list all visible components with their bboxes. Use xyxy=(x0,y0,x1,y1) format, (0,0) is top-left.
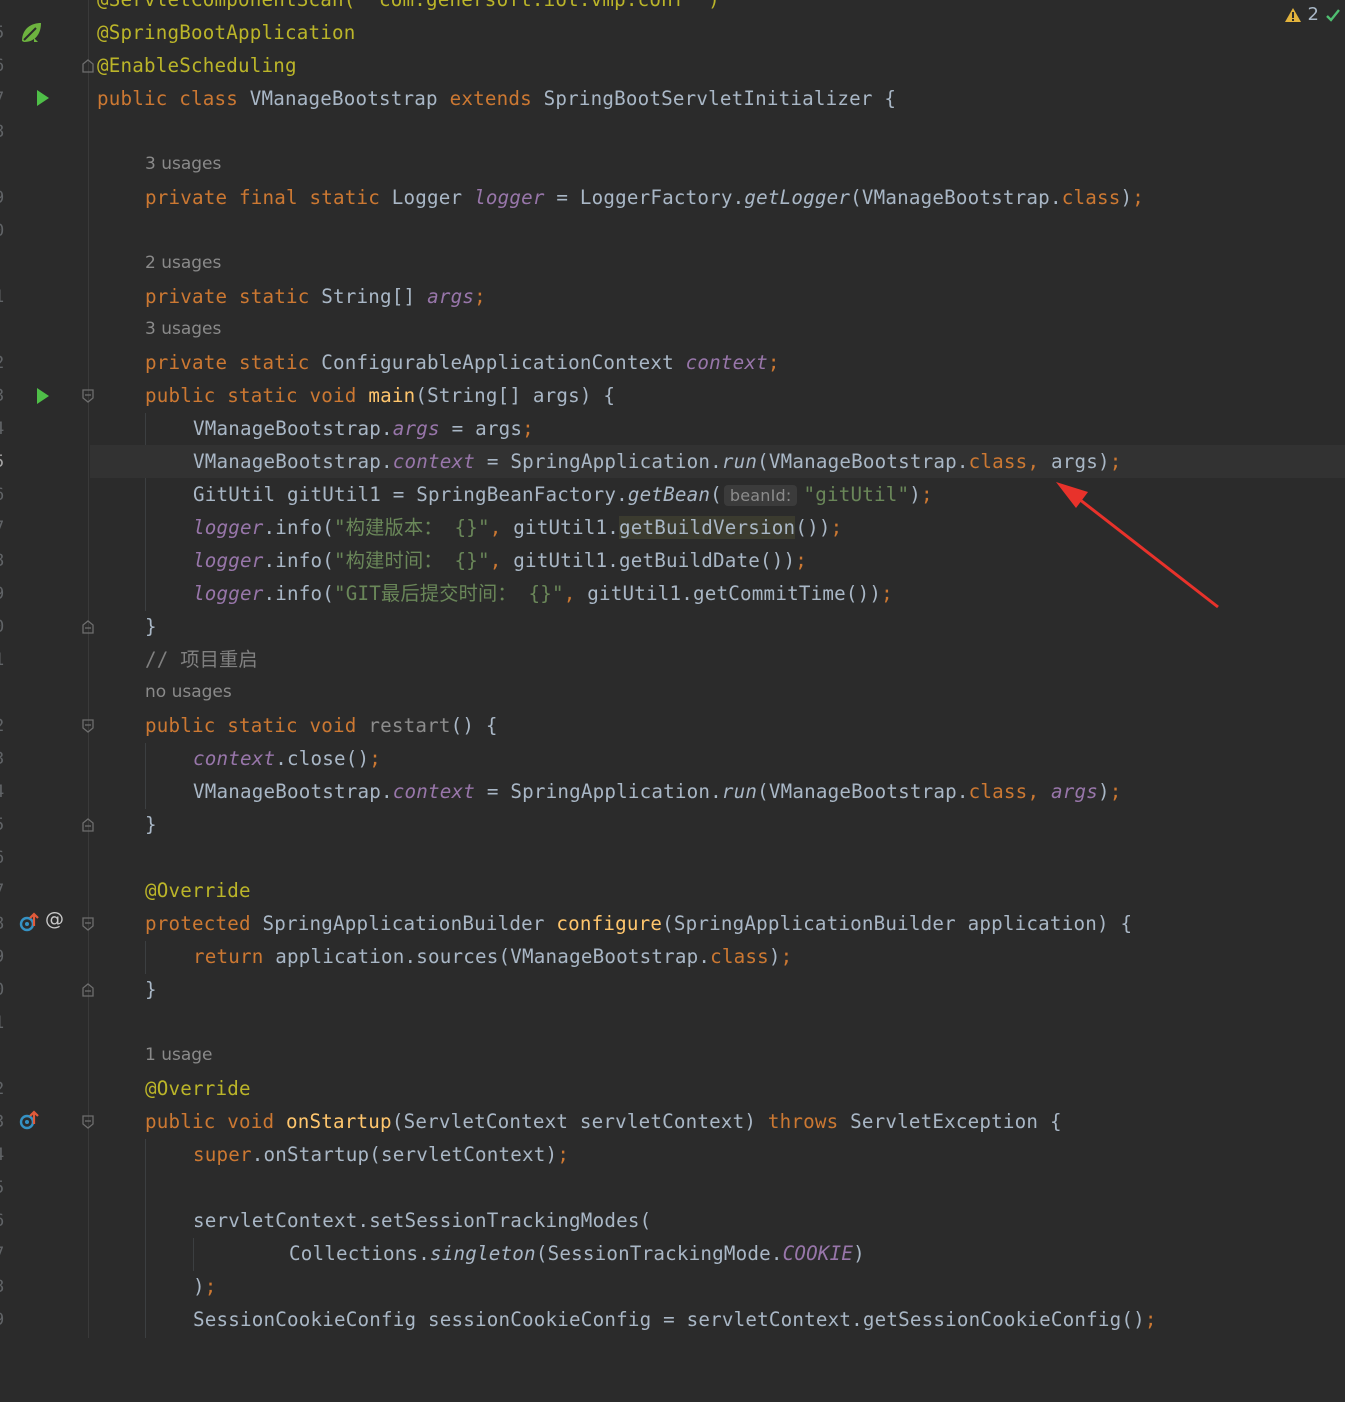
code-text: GitUtil gitUtil1 = SpringBeanFactory.get… xyxy=(193,483,933,506)
code-text: private static ConfigurableApplicationCo… xyxy=(145,351,780,374)
annotation-arrow xyxy=(1056,482,1219,609)
code-line[interactable]: @ServletComponentScan( "com.genersoft.io… xyxy=(0,0,1345,16)
code-text: } xyxy=(145,813,157,836)
code-text: logger.info("构建时间： {}", gitUtil1.getBuil… xyxy=(193,549,808,572)
code-text: public class VManageBootstrap extends Sp… xyxy=(97,87,897,110)
code-text: } xyxy=(145,978,157,1001)
code-text: @SpringBootApplication xyxy=(97,21,356,44)
parameter-hint: beanId: xyxy=(723,485,798,506)
code-line[interactable]: @Override xyxy=(0,1072,1345,1105)
code-text: public static void restart() { xyxy=(145,714,498,737)
code-text: VManageBootstrap.args = args; xyxy=(193,417,534,440)
code-line[interactable]: super.onStartup(servletContext); xyxy=(0,1138,1345,1171)
code-text: VManageBootstrap.context = SpringApplica… xyxy=(193,450,1122,473)
code-line[interactable]: @SpringBootApplication xyxy=(0,16,1345,49)
code-text: @EnableScheduling xyxy=(97,54,297,77)
code-line[interactable]: public class VManageBootstrap extends Sp… xyxy=(0,82,1345,115)
code-text: Collections.singleton(SessionTrackingMod… xyxy=(289,1242,865,1265)
code-text: ); xyxy=(193,1275,217,1298)
code-text: @Override xyxy=(145,879,251,902)
code-text: public void onStartup(ServletContext ser… xyxy=(145,1110,1062,1133)
code-text: private final static Logger logger = Log… xyxy=(145,186,1144,209)
code-line[interactable]: public static void restart() { xyxy=(0,709,1345,742)
code-text: logger.info("构建版本： {}", gitUtil1.getBuil… xyxy=(193,516,843,539)
code-line[interactable]: ); xyxy=(0,1270,1345,1303)
code-text: @Override xyxy=(145,1077,251,1100)
code-line[interactable]: Collections.singleton(SessionTrackingMod… xyxy=(0,1237,1345,1270)
code-text: servletContext.setSessionTrackingModes( xyxy=(193,1209,652,1232)
code-comment: // 项目重启 xyxy=(145,648,258,671)
code-line[interactable]: SessionCookieConfig sessionCookieConfig … xyxy=(0,1303,1345,1336)
code-line[interactable]: protected SpringApplicationBuilder confi… xyxy=(0,907,1345,940)
code-text: VManageBootstrap.context = SpringApplica… xyxy=(193,780,1122,803)
code-line[interactable]: public static void main(String[] args) { xyxy=(0,379,1345,412)
code-line[interactable]: // 项目重启 xyxy=(0,643,1345,676)
code-line[interactable]: private final static Logger logger = Log… xyxy=(0,181,1345,214)
code-line[interactable]: private static String[] args; xyxy=(0,280,1345,313)
code-text: logger.info("GIT最后提交时间： {}", gitUtil1.ge… xyxy=(193,582,893,605)
code-line[interactable]: private static ConfigurableApplicationCo… xyxy=(0,346,1345,379)
code-text: context.close(); xyxy=(193,747,382,770)
code-editor[interactable]: 2 5 6 7 8 9 0 1 2 3 4 5 6 7 8 9 0 1 2 3 … xyxy=(0,0,1345,1338)
code-line[interactable]: @Override xyxy=(0,874,1345,907)
code-line[interactable]: VManageBootstrap.context = SpringApplica… xyxy=(0,775,1345,808)
code-line[interactable]: @EnableScheduling xyxy=(0,49,1345,82)
code-text: super.onStartup(servletContext); xyxy=(193,1143,570,1166)
code-text: @ServletComponentScan( "com.genersoft.io… xyxy=(97,0,720,16)
code-line[interactable]: servletContext.setSessionTrackingModes( xyxy=(0,1204,1345,1237)
code-text: private static String[] args; xyxy=(145,285,486,308)
code-line[interactable]: public void onStartup(ServletContext ser… xyxy=(0,1105,1345,1138)
code-line[interactable]: context.close(); xyxy=(0,742,1345,775)
code-text: protected SpringApplicationBuilder confi… xyxy=(145,912,1133,935)
code-line[interactable]: VManageBootstrap.args = args; xyxy=(0,412,1345,445)
code-line[interactable]: return application.sources(VManageBootst… xyxy=(0,940,1345,973)
code-text: SessionCookieConfig sessionCookieConfig … xyxy=(193,1308,1157,1331)
code-text: public static void main(String[] args) { xyxy=(145,384,616,407)
usages-hint[interactable]: 2 usages xyxy=(145,247,221,280)
code-line[interactable]: } xyxy=(0,808,1345,841)
usages-hint[interactable]: 3 usages xyxy=(145,148,221,181)
usages-hint[interactable]: no usages xyxy=(145,676,232,709)
code-text: } xyxy=(145,615,157,638)
usages-hint[interactable]: 1 usage xyxy=(145,1039,213,1072)
code-text: return application.sources(VManageBootst… xyxy=(193,945,793,968)
usages-hint[interactable]: 3 usages xyxy=(145,313,221,346)
code-line[interactable]: } xyxy=(0,973,1345,1006)
